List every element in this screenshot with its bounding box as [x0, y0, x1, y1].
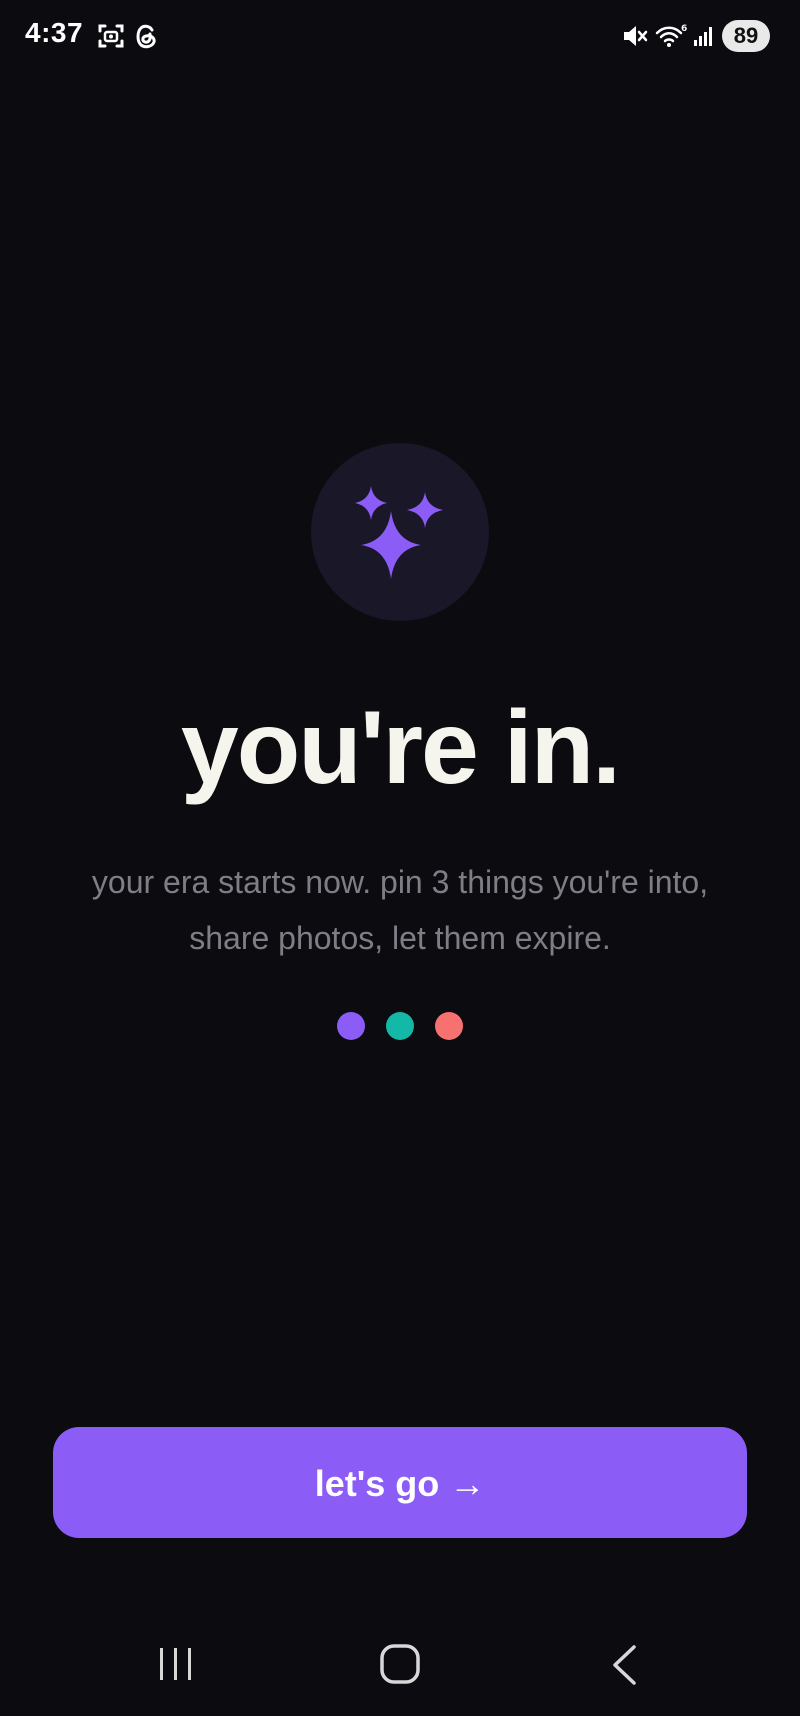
svg-text:6: 6	[681, 24, 687, 34]
hero-badge	[311, 443, 489, 621]
page-title: you're in.	[180, 690, 621, 806]
threads-icon	[136, 24, 156, 49]
lets-go-button[interactable]: let's go →	[53, 1427, 747, 1538]
system-nav-bar	[0, 1620, 800, 1716]
recent-apps-button[interactable]	[120, 1620, 230, 1716]
dot-purple	[337, 1012, 365, 1040]
status-bar: 4:37 6 89	[0, 0, 800, 72]
home-button[interactable]	[345, 1620, 455, 1716]
sparkles-icon	[355, 486, 443, 579]
signal-icon	[694, 27, 712, 46]
home-icon	[380, 1644, 420, 1684]
color-dots	[0, 1012, 800, 1040]
status-time: 4:37	[25, 17, 84, 48]
wifi-icon: 6	[655, 24, 687, 47]
subtitle: your era starts now. pin 3 things you're…	[91, 864, 709, 956]
back-icon	[613, 1645, 636, 1685]
mute-icon	[624, 26, 648, 46]
battery-indicator: 89	[722, 20, 770, 52]
dot-coral	[435, 1012, 463, 1040]
back-button[interactable]	[568, 1620, 678, 1716]
recent-apps-icon	[160, 1648, 191, 1680]
screenshot-icon	[98, 24, 124, 48]
dot-teal	[386, 1012, 414, 1040]
